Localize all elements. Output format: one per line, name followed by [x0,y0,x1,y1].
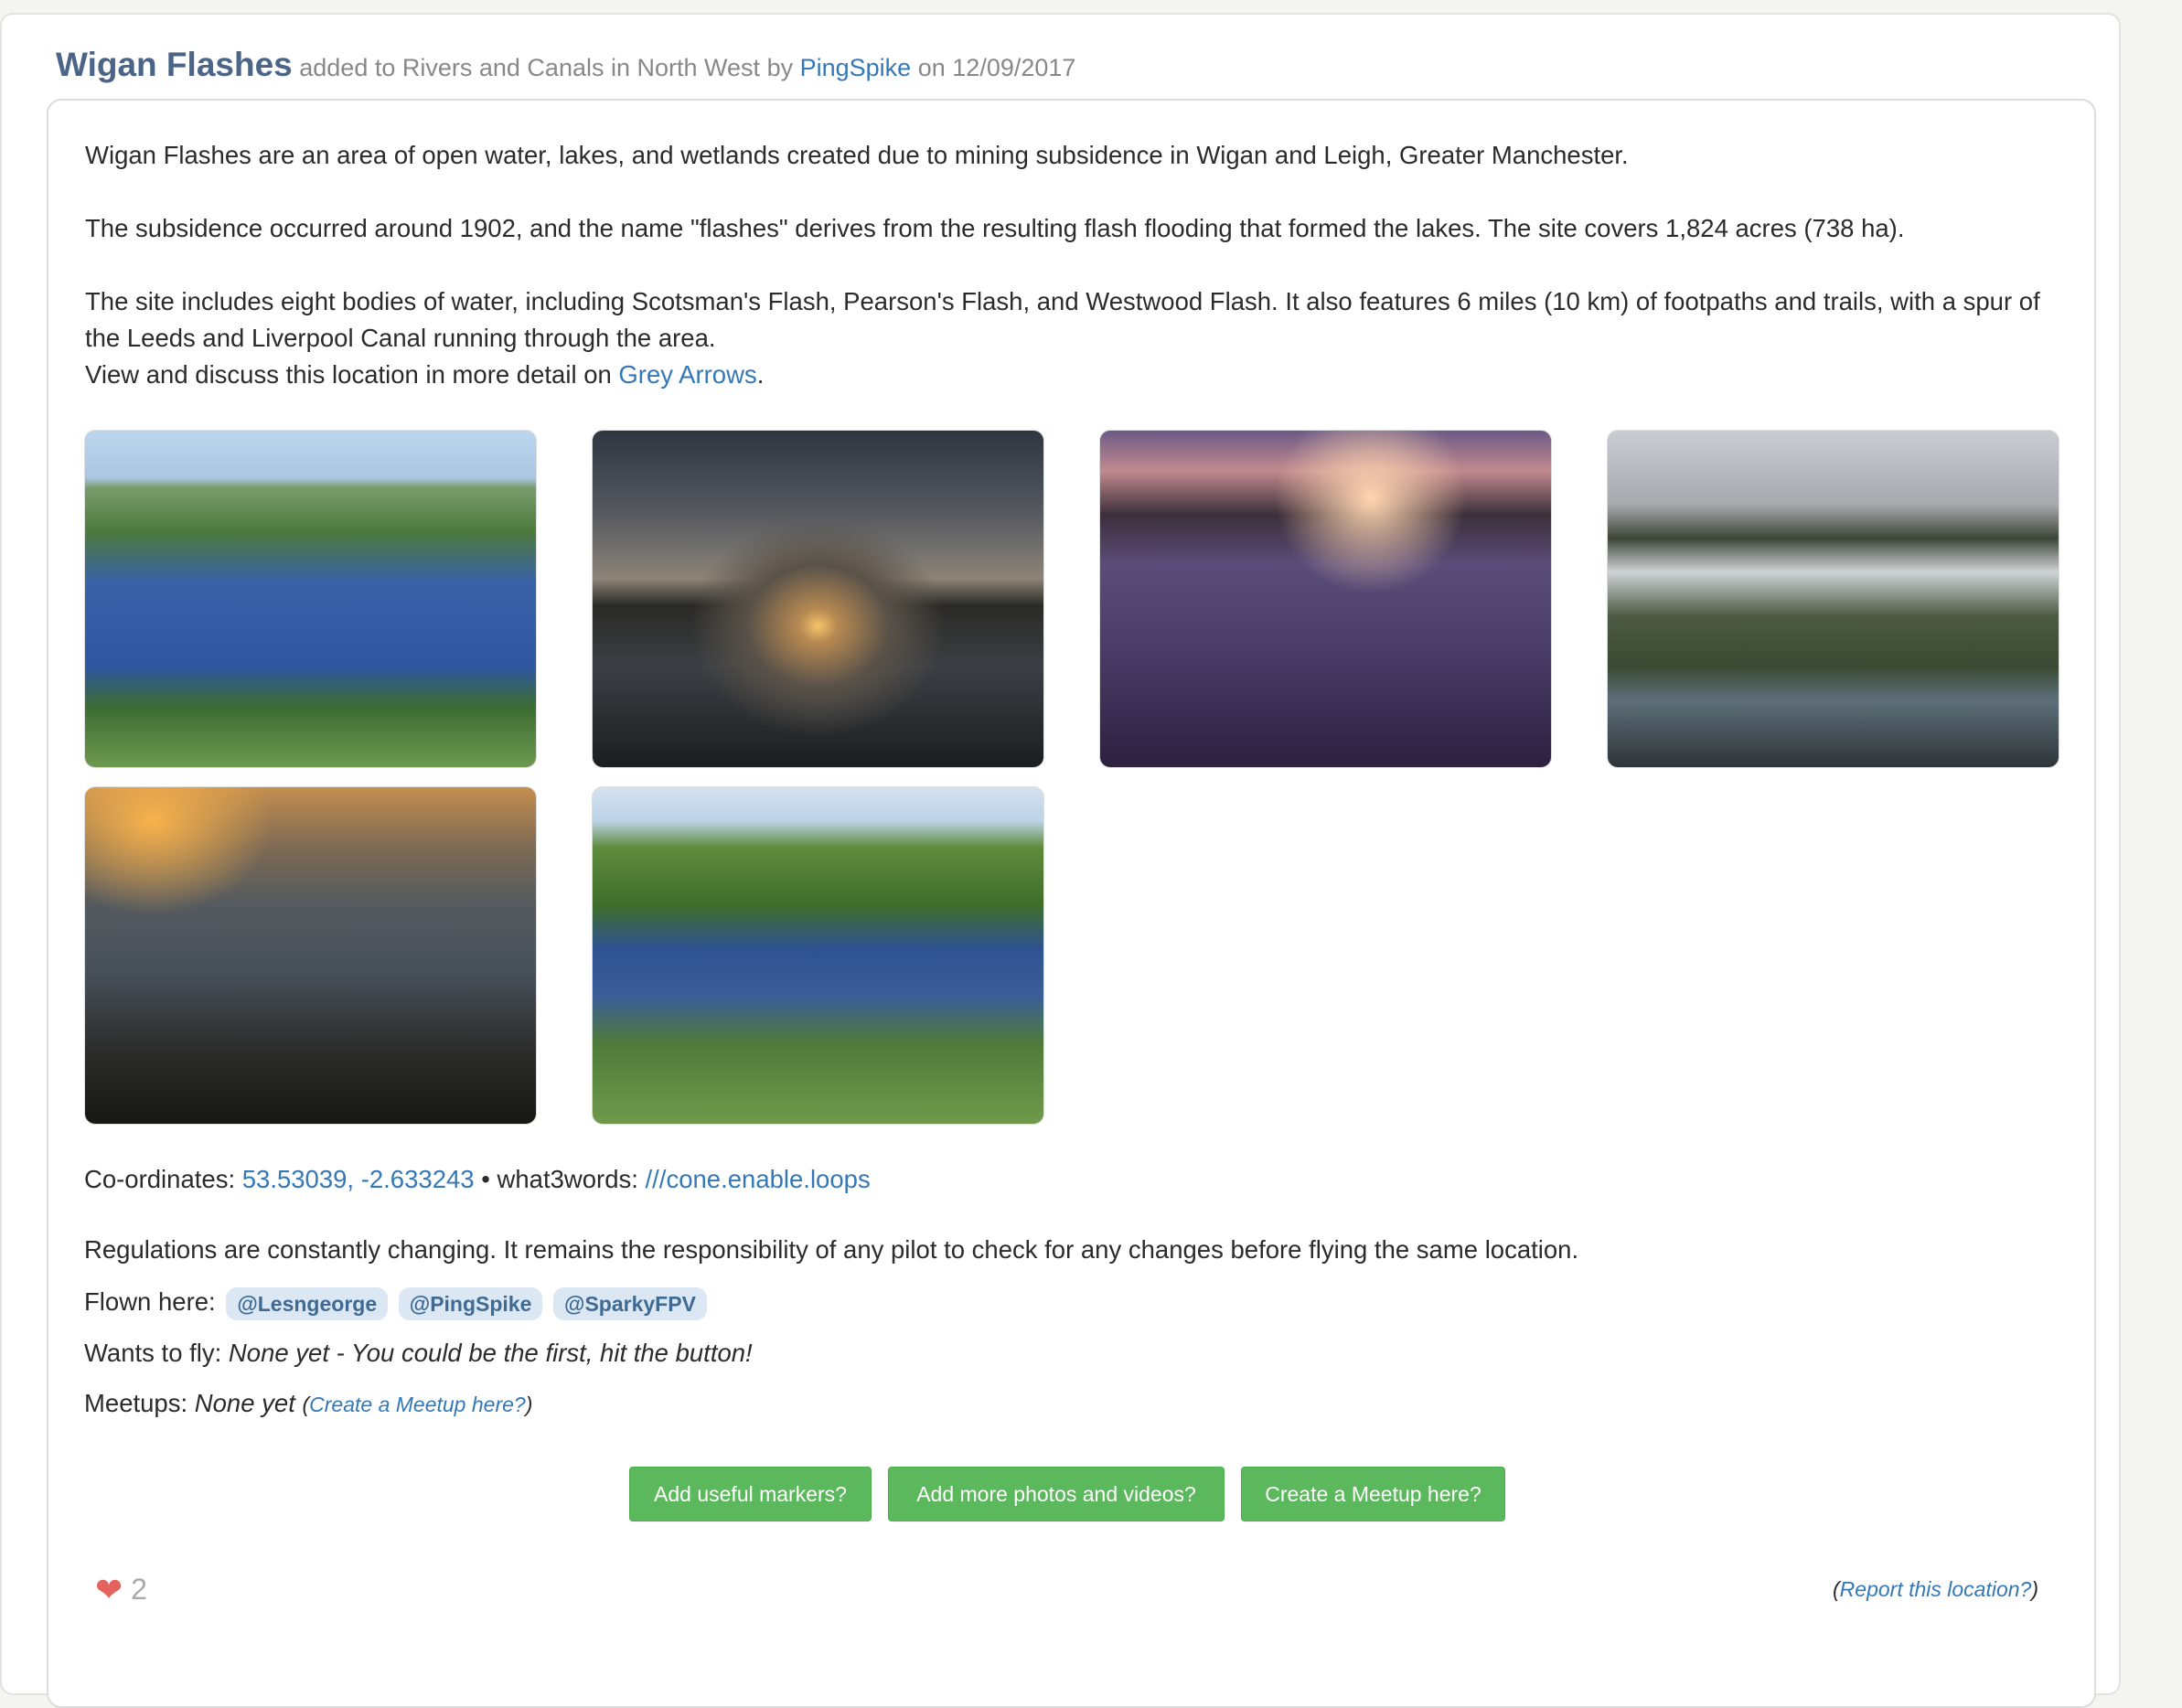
date-text: 12/09/2017 [952,54,1076,81]
create-meetup-button[interactable]: Create a Meetup here? [1241,1467,1505,1521]
meetups-paren-close: ) [525,1393,533,1416]
flown-here-line: Flown here: @Lesngeorge @PingSpike @Spar… [84,1284,707,1320]
location-heading: Wigan Flashes added to Rivers and Canals… [56,46,1075,84]
category-text: Rivers and Canals in North West [401,54,761,81]
flown-here-label: Flown here: [84,1287,216,1316]
view-more-suffix: . [756,360,765,389]
meetups-label: Meetups: [84,1389,188,1417]
user-tag[interactable]: @PingSpike [398,1286,543,1320]
wants-to-fly-label: Wants to fly: [84,1339,222,1367]
added-to-prefix: added to [299,54,396,81]
user-tag[interactable]: @Lesngeorge [226,1286,389,1320]
heart-icon[interactable]: ❤ [95,1571,123,1608]
grey-arrows-link[interactable]: Grey Arrows [618,360,756,389]
report-paren-open: ( [1833,1577,1840,1601]
like-control[interactable]: ❤ 2 [95,1571,147,1609]
photo-thumbnail-6[interactable] [592,786,1044,1125]
report-location: (Report this location?) [1833,1577,2038,1602]
author-link[interactable]: PingSpike [800,54,912,81]
description-paragraph-1: Wigan Flashes are an area of open water,… [85,141,1629,169]
view-more-line: View and discuss this location in more d… [85,357,2060,393]
coordinates-link[interactable]: 53.53039, -2.633243 [242,1165,475,1193]
photo-thumbnail-2[interactable] [592,430,1044,768]
user-tag[interactable]: @SparkyFPV [553,1286,707,1320]
photo-thumbnail-1[interactable] [84,430,537,768]
wants-to-fly-value: None yet - You could be the first, hit t… [228,1339,753,1367]
on-text: on [917,54,946,81]
wants-to-fly-line: Wants to fly: None yet - You could be th… [84,1335,753,1372]
photo-thumbnail-3[interactable] [1099,430,1552,768]
location-title[interactable]: Wigan Flashes [56,46,293,83]
separator-dot: • [481,1165,490,1193]
meetups-value: None yet [194,1389,295,1417]
regulations-notice: Regulations are constantly changing. It … [84,1235,1579,1264]
description-paragraph-2: The subsidence occurred around 1902, and… [85,214,1905,242]
like-count: 2 [131,1573,147,1606]
what3words-link[interactable]: ///cone.enable.loops [646,1165,871,1193]
coordinates-line: Co-ordinates: 53.53039, -2.633243 • what… [84,1161,871,1198]
create-meetup-link[interactable]: Create a Meetup here? [309,1393,526,1416]
meetups-paren-open: ( [302,1393,310,1416]
view-more-prefix: View and discuss this location in more d… [85,360,612,389]
report-location-link[interactable]: Report this location? [1840,1577,2032,1601]
description-paragraph-3: The site includes eight bodies of water,… [85,287,2040,352]
report-paren-close: ) [2031,1577,2039,1601]
meetups-line: Meetups: None yet (Create a Meetup here?… [84,1385,532,1423]
what3words-label: what3words: [497,1165,638,1193]
add-markers-button[interactable]: Add useful markers? [629,1467,872,1521]
photo-thumbnail-5[interactable] [84,786,537,1125]
coordinates-label: Co-ordinates: [84,1165,236,1193]
add-photos-button[interactable]: Add more photos and videos? [888,1467,1225,1521]
photo-thumbnail-4[interactable] [1607,430,2059,768]
by-text: by [766,54,794,81]
